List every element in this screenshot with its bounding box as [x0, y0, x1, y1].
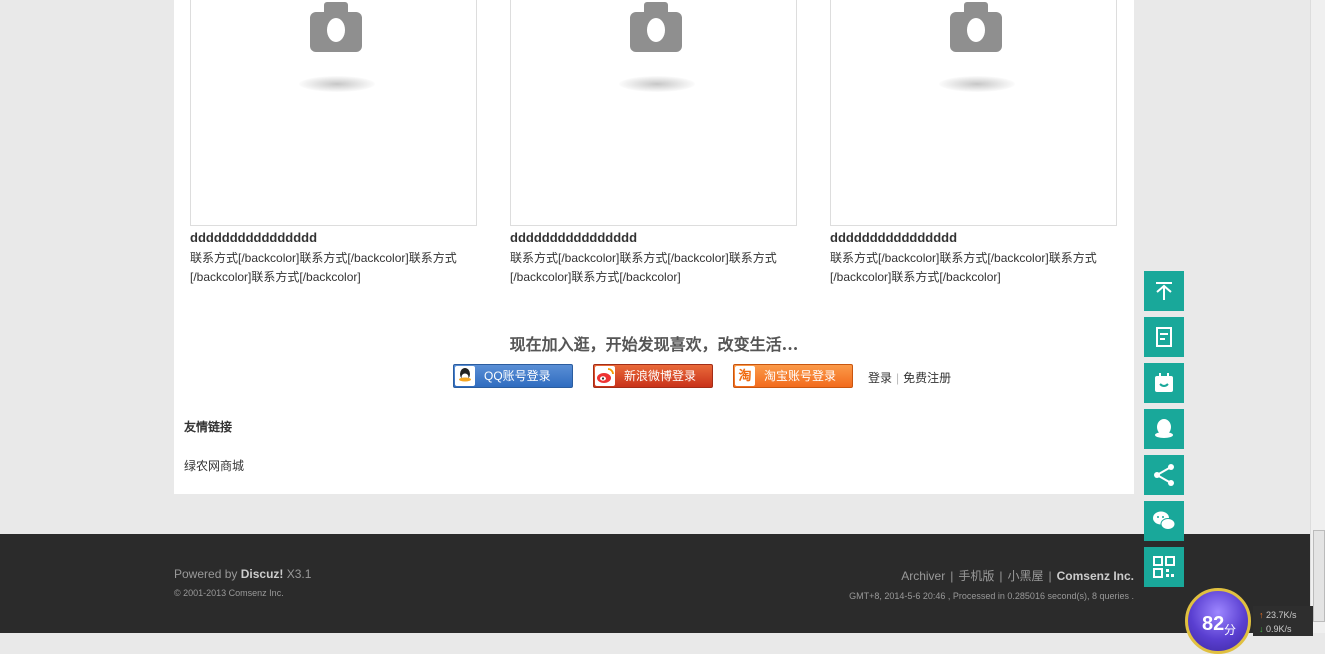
item-card[interactable]: dddddddddddddddd 联系方式[/backcolor]联系方式[/b… — [190, 0, 477, 287]
new-post-button[interactable] — [1144, 317, 1184, 357]
item-title[interactable]: dddddddddddddddd — [510, 230, 797, 246]
company-link[interactable]: Comsenz Inc. — [1057, 569, 1134, 583]
score-widget[interactable]: 82 分 — [1185, 588, 1251, 654]
share-button[interactable] — [1144, 455, 1184, 495]
back-to-top-icon — [1156, 282, 1172, 300]
taobao-login-button[interactable]: 淘 淘宝账号登录 — [733, 364, 853, 388]
item-photo-placeholder[interactable] — [830, 0, 1117, 226]
qq-login-label: QQ账号登录 — [484, 369, 551, 383]
item-description: 联系方式[/backcolor]联系方式[/backcolor]联系方式 [/b… — [510, 251, 777, 284]
qq-icon — [455, 366, 475, 386]
mobile-link[interactable]: 手机版 — [958, 569, 994, 583]
weibo-login-button[interactable]: 新浪微博登录 — [593, 364, 713, 388]
item-photo-placeholder[interactable] — [190, 0, 477, 226]
footer: Powered by Discuz! X3.1 © 2001-2013 Coms… — [0, 534, 1310, 633]
link-separator: | — [896, 371, 900, 385]
item-card[interactable]: dddddddddddddddd 联系方式[/backcolor]联系方式[/b… — [510, 0, 797, 287]
item-card[interactable]: dddddddddddddddd 联系方式[/backcolor]联系方式[/b… — [830, 0, 1117, 287]
camera-shadow — [619, 76, 695, 92]
upload-arrow-icon: ↑ — [1259, 610, 1264, 620]
camera-icon — [630, 2, 682, 52]
qrcode-icon — [1153, 556, 1175, 578]
join-slogan: 现在加入逛，开始发现喜欢，改变生活... — [509, 335, 799, 354]
powered-by: Powered by Discuz! X3.1 — [174, 567, 312, 581]
main-content: dddddddddddddddd 联系方式[/backcolor]联系方式[/b… — [174, 0, 1134, 494]
back-to-top-button[interactable] — [1144, 271, 1184, 311]
footer-right: Archiver | 手机版 | 小黑屋 | Comsenz Inc. GMT+8, 201… — [849, 567, 1134, 601]
item-photo-placeholder[interactable] — [510, 0, 797, 226]
qq-service-button[interactable] — [1144, 409, 1184, 449]
processing-info: GMT+8, 2014-5-6 20:46 , Processed in 0.2… — [849, 591, 1134, 601]
score-unit: 分 — [1224, 623, 1237, 637]
page-scrollbar[interactable] — [1310, 0, 1325, 633]
register-link[interactable]: 免费注册 — [903, 371, 951, 385]
archiver-link[interactable]: Archiver — [901, 569, 945, 583]
checkin-button[interactable] — [1144, 363, 1184, 403]
wechat-button[interactable] — [1144, 501, 1184, 541]
post-icon — [1156, 327, 1172, 347]
item-description: 联系方式[/backcolor]联系方式[/backcolor]联系方式 [/b… — [830, 251, 1097, 284]
camera-icon — [310, 2, 362, 52]
discuz-link[interactable]: Discuz! — [241, 567, 284, 581]
item-title[interactable]: dddddddddddddddd — [190, 230, 477, 246]
copyright: © 2001-2013 Comsenz Inc. — [174, 588, 284, 598]
qq-icon — [1155, 419, 1173, 438]
wechat-icon — [1153, 511, 1176, 530]
blackroom-link[interactable]: 小黑屋 — [1008, 569, 1044, 583]
footer-left: Powered by Discuz! X3.1 © 2001-2013 Coms… — [174, 567, 311, 598]
checkin-icon — [1155, 373, 1173, 392]
qq-login-button[interactable]: QQ账号登录 — [453, 364, 573, 388]
weibo-icon — [595, 366, 615, 386]
camera-shadow — [299, 76, 375, 92]
login-link[interactable]: 登录 — [868, 371, 892, 385]
camera-shadow — [939, 76, 1015, 92]
taobao-login-label: 淘宝账号登录 — [764, 369, 837, 383]
taobao-icon: 淘 — [735, 366, 755, 386]
login-links: 登录 | 免费注册 — [868, 369, 951, 386]
footer-links: Archiver | 手机版 | 小黑屋 | Comsenz Inc. — [901, 569, 1134, 583]
share-icon — [1154, 464, 1174, 486]
friend-links-heading: 友情链接 — [184, 420, 233, 434]
camera-icon — [950, 2, 1002, 52]
item-title[interactable]: dddddddddddddddd — [830, 230, 1117, 246]
weibo-login-label: 新浪微博登录 — [624, 369, 697, 383]
qrcode-button[interactable] — [1144, 547, 1184, 587]
friend-link[interactable]: 绿农网商城 — [184, 457, 244, 474]
network-speed: ↑ 23.7K/s ↓ 0.9K/s — [1253, 606, 1313, 636]
scrollbar-thumb[interactable] — [1313, 530, 1325, 622]
upload-speed: 23.7K/s — [1266, 610, 1297, 620]
item-description: 联系方式[/backcolor]联系方式[/backcolor]联系方式 [/b… — [190, 251, 457, 284]
